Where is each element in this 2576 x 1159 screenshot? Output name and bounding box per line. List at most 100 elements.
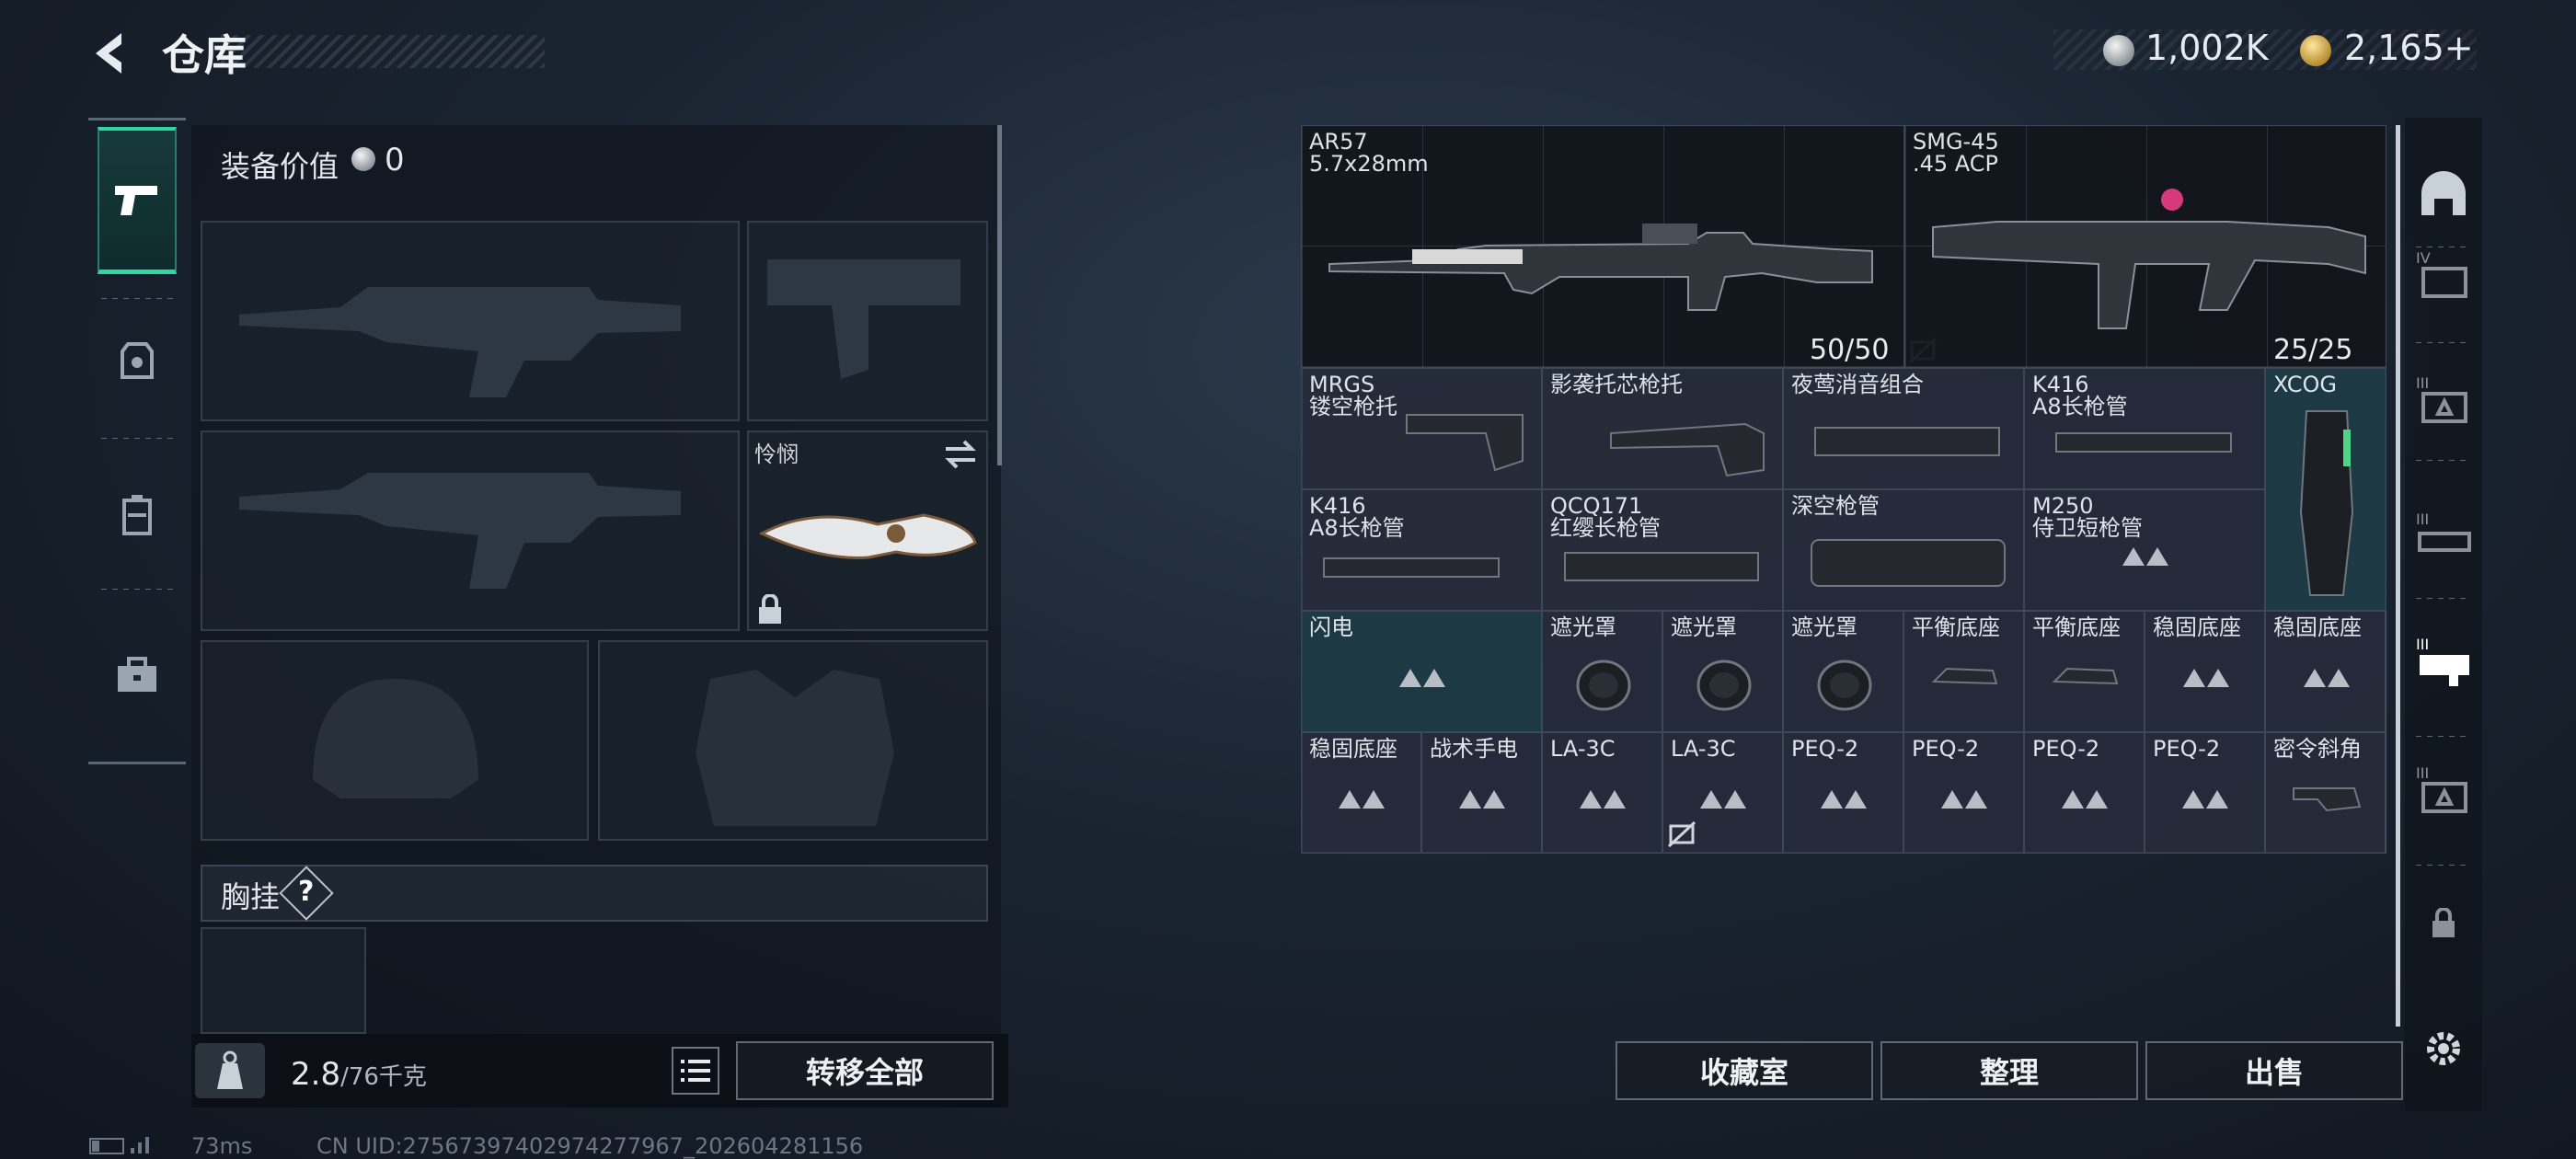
help-glyph: ? [298, 876, 315, 908]
inventory-item[interactable]: 遮光罩 [1542, 611, 1662, 732]
list-view-button[interactable] [672, 1047, 719, 1095]
tier-iii-grip-icon: III [2416, 764, 2467, 813]
item-name: 密令斜角 [2273, 736, 2362, 762]
uid-label: CN UID:27567397402974277967_202604281156 [316, 1133, 864, 1159]
inventory-item-xcog[interactable]: XCOG [2265, 368, 2386, 611]
collection-room-button[interactable]: 收藏室 [1616, 1041, 1873, 1100]
inventory-item[interactable]: 遮光罩 [1662, 611, 1783, 732]
item-subname: A8长枪管 [2032, 394, 2128, 419]
transfer-all-button[interactable]: 转移全部 [736, 1041, 994, 1100]
backpack-icon [122, 495, 152, 535]
item-thumbnail-icon [1397, 663, 1447, 693]
swap-icon[interactable] [942, 438, 979, 471]
item-thumbnail-icon [1928, 663, 2002, 694]
nav-tab-armor[interactable] [98, 287, 177, 434]
svg-text:III: III [2416, 511, 2429, 528]
inventory-item-ar57[interactable]: AR57 5.7x28mm 50/50 [1301, 125, 1904, 368]
chest-rig-slot[interactable] [201, 927, 366, 1034]
inventory-item[interactable]: 闪电 [1301, 611, 1542, 732]
helmet-slot-icon [2421, 171, 2466, 215]
placeholder-item-icon [2122, 547, 2168, 566]
inventory-item-mrgs-stock[interactable]: MRGS 镂空枪托 [1301, 368, 1542, 489]
equipment-value: 0 [385, 142, 405, 178]
inventory-item[interactable]: 遮光罩 [1783, 611, 1903, 732]
secondary-weapon-slot[interactable] [201, 430, 740, 631]
sort-button[interactable]: 整理 [1880, 1041, 2138, 1100]
primary-weapon-slot[interactable] [201, 221, 740, 421]
inventory-item-suppressor-combo[interactable]: 夜莺消音组合 [1783, 368, 2024, 489]
inventory-item[interactable]: 战术手电 [1421, 732, 1542, 854]
item-thumbnail-icon [1578, 785, 1627, 814]
svg-text:IV: IV [2416, 249, 2431, 267]
item-thumbnail-icon [1939, 785, 1989, 814]
svg-text:III: III [2416, 374, 2429, 392]
item-name: 平衡底座 [2032, 614, 2121, 640]
item-name: LA-3C [1550, 736, 1616, 762]
rnav-tier-iv[interactable]: IV [2410, 243, 2477, 309]
item-thumbnail-icon [1812, 658, 1877, 717]
nav-tab-toolbox[interactable] [98, 602, 177, 749]
inventory-item[interactable]: 稳固底座 [2265, 611, 2386, 732]
scope-icon [2299, 410, 2354, 596]
sell-button[interactable]: 出售 [2145, 1041, 2403, 1100]
inventory-item[interactable]: PEQ-2 [1903, 732, 2024, 854]
nav-tab-backpack[interactable] [98, 442, 177, 589]
svg-text:III: III [2416, 636, 2429, 653]
no-attachment-icon [1667, 820, 1696, 848]
rnav-helmet[interactable] [2410, 162, 2477, 228]
inventory-item[interactable]: 稳固底座 [2145, 611, 2265, 732]
item-name: 稳固底座 [1309, 736, 1397, 762]
barrel-icon [1323, 557, 1500, 578]
inventory-item-qcq171-barrel[interactable]: QCQ171 红缨长枪管 [1542, 489, 1783, 611]
smg45-icon [1932, 189, 2366, 329]
melee-slot[interactable]: 怜悯 [747, 430, 988, 631]
melee-name: 怜悯 [754, 442, 799, 467]
inventory-item[interactable]: 密令斜角 [2265, 732, 2386, 854]
inventory-item-m250-barrel[interactable]: M250 侍卫短枪管 [2024, 489, 2265, 611]
gear-icon [2427, 1032, 2460, 1065]
inventory-item[interactable]: 平衡底座 [2024, 611, 2145, 732]
inventory-item-shadow-stock[interactable]: 影袭托芯枪托 [1542, 368, 1783, 489]
inventory-item[interactable]: PEQ-2 [2024, 732, 2145, 854]
inventory-item[interactable]: PEQ-2 [1783, 732, 1903, 854]
nav-divider [88, 762, 186, 764]
rnav-tier-iii-c[interactable]: III [2410, 758, 2477, 824]
tier-iv-attachment-icon: IV [2416, 249, 2467, 298]
title-decoration [221, 35, 545, 68]
lock-icon [2432, 908, 2455, 937]
vest-silhouette-icon [696, 670, 894, 826]
item-name: PEQ-2 [1912, 736, 1980, 762]
inventory-item-k416-barrel[interactable]: K416 A8长枪管 [1301, 489, 1542, 611]
item-subname: 镂空枪托 [1309, 394, 1397, 419]
lock-icon [759, 594, 781, 624]
ammo-count: 25/25 [2273, 334, 2353, 366]
loadout-scrollbar[interactable] [997, 125, 1002, 465]
back-arrow-icon[interactable] [85, 28, 136, 79]
rnav-tier-iii-b[interactable]: III [2410, 504, 2477, 570]
stock-icon [1406, 414, 1524, 472]
inventory-item[interactable]: PEQ-2 [2145, 732, 2265, 854]
barrel-icon [1564, 552, 1759, 581]
rifle-silhouette-icon [239, 287, 681, 397]
pistol-slot[interactable] [747, 221, 988, 421]
nav-tab-weapons[interactable] [98, 127, 177, 274]
rnav-tier-iii-selected[interactable]: III [2410, 629, 2477, 695]
inventory-item-k416-barrel[interactable]: K416 A8长枪管 [2024, 368, 2265, 489]
rnav-tier-iii-a[interactable]: III [2410, 368, 2477, 434]
inventory-item-deep-space-barrel[interactable]: 深空枪管 [1783, 489, 2024, 611]
inventory-item-smg45[interactable]: SMG-45 .45 ACP 25/25 [1904, 125, 2386, 368]
inventory-item[interactable]: 平衡底座 [1903, 611, 2024, 732]
rnav-locked[interactable] [2410, 890, 2477, 957]
silver-coin-icon [2103, 35, 2134, 66]
helmet-slot[interactable] [201, 640, 589, 841]
gold-amount[interactable]: 2,165+ [2344, 28, 2474, 68]
item-name: 深空枪管 [1791, 493, 1880, 519]
settings-button[interactable] [2410, 1016, 2477, 1082]
pistol-silhouette-icon [767, 259, 960, 379]
inventory-item[interactable]: LA-3C [1542, 732, 1662, 854]
inventory-item[interactable]: 稳固底座 [1301, 732, 1421, 854]
inventory-scrollbar[interactable] [2396, 125, 2400, 1027]
body-armor-slot[interactable] [598, 640, 988, 841]
ping: 73ms [191, 1133, 253, 1159]
item-thumbnail-icon [2290, 779, 2363, 820]
